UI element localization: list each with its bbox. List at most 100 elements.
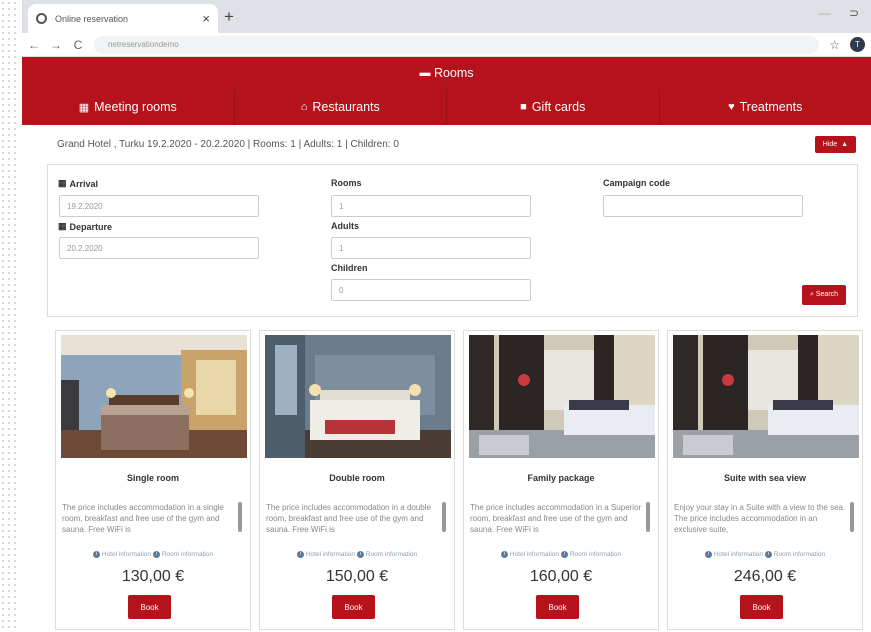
nav-gift-cards[interactable]: ■ Gift cards (447, 89, 660, 125)
book-button[interactable]: Book (536, 595, 579, 619)
description-scrollbar[interactable] (646, 502, 650, 532)
info-links: i Hotel information i Room information (464, 551, 658, 558)
arrival-value: 19.2.2020 (67, 201, 103, 211)
book-button[interactable]: Book (332, 595, 375, 619)
gift-icon: ■ (520, 101, 527, 113)
hotel-info-link[interactable]: Hotel information (306, 551, 355, 558)
room-title: Single room (126, 473, 179, 483)
summary-text: Grand Hotel , Turku 19.2.2020 - 20.2.202… (57, 139, 399, 150)
arrival-input[interactable]: 19.2.2020 (59, 195, 259, 217)
info-links: i Hotel information i Room information (668, 551, 862, 558)
room-title: Double room (329, 473, 385, 483)
departure-input[interactable]: 20.2.2020 (59, 237, 259, 259)
minimize-icon[interactable]: — (819, 6, 831, 20)
close-tab-icon[interactable]: × (202, 11, 210, 26)
room-title: Suite with sea view (723, 473, 807, 483)
info-links: i Hotel information i Room information (260, 551, 454, 558)
adults-input[interactable]: 1 (331, 237, 531, 259)
calendar-icon: ▦ (58, 178, 67, 188)
forward-icon[interactable]: → (50, 38, 62, 52)
bookmark-star-icon[interactable]: ☆ (829, 38, 840, 52)
info-icon: i (704, 551, 712, 558)
search-button[interactable]: ⌕ Search (802, 285, 847, 305)
hotel-info-link[interactable]: Hotel information (102, 551, 151, 558)
window-controls: — ⊃ (819, 6, 859, 20)
rooms-label: Rooms (331, 178, 362, 188)
hotel-info-link[interactable]: Hotel information (714, 551, 763, 558)
room-price: 160,00 € (529, 568, 593, 585)
url-input[interactable]: netreservationdemo (94, 35, 820, 54)
room-info-link[interactable]: Room information (366, 551, 417, 558)
room-info-link[interactable]: Room information (570, 551, 621, 558)
profile-avatar[interactable]: T (850, 37, 865, 52)
room-description: The price includes accommodation in a do… (266, 503, 431, 534)
info-icon: i (296, 551, 304, 558)
info-links: i Hotel information i Room information (56, 551, 250, 558)
departure-label: ▦ Departure (58, 221, 112, 232)
calendar-icon: ▦ (58, 221, 67, 231)
room-info-link[interactable]: Room information (774, 551, 825, 558)
info-icon: i (92, 551, 100, 558)
campaign-code-input[interactable] (603, 195, 803, 217)
departure-label-text: Departure (69, 221, 113, 232)
book-button[interactable]: Book (128, 595, 171, 619)
arrival-label: ▦ Arrival (58, 178, 98, 189)
heart-icon: ♥ (728, 101, 735, 113)
home-icon: ⌂ (300, 101, 308, 113)
background-pattern (0, 0, 20, 632)
children-input[interactable]: 0 (331, 279, 531, 301)
description-scrollbar[interactable] (850, 502, 854, 532)
room-info-link[interactable]: Room information (162, 551, 213, 558)
room-card-family: Family package The price includes accomm… (463, 330, 659, 630)
room-photo-single (61, 335, 247, 458)
nav-restaurants-label: Restaurants (312, 100, 380, 114)
description-scrollbar[interactable] (238, 502, 242, 532)
info-icon: i (152, 551, 160, 558)
bed-icon: ▬ (419, 67, 431, 79)
new-tab-icon[interactable]: + (224, 7, 234, 27)
back-icon[interactable]: ← (28, 38, 40, 52)
children-value: 0 (339, 285, 344, 295)
rooms-input[interactable]: 1 (331, 195, 531, 217)
room-title: Family package (527, 473, 595, 483)
room-card-suite: Suite with sea view Enjoy your stay in a… (667, 330, 863, 630)
nav-meeting-rooms[interactable]: ▦ Meeting rooms (22, 89, 235, 125)
room-description: The price includes accommodation in a Su… (470, 503, 642, 534)
departure-value: 20.2.2020 (67, 243, 103, 253)
room-price: 150,00 € (325, 568, 389, 585)
nav-rooms[interactable]: ▬ Rooms (22, 57, 871, 89)
nav-gift-cards-label: Gift cards (531, 100, 586, 114)
nav-treatments[interactable]: ♥ Treatments (660, 89, 871, 125)
browser-tab[interactable]: Online reservation × (28, 4, 218, 33)
arrival-label-text: Arrival (69, 178, 99, 189)
info-icon: i (356, 551, 364, 558)
nav-rooms-label: Rooms (433, 66, 474, 80)
room-description: The price includes accommodation in a si… (62, 503, 224, 534)
hide-button[interactable]: Hide ▲ (814, 136, 856, 153)
room-price: 130,00 € (121, 568, 185, 585)
nav-restaurants[interactable]: ⌂ Restaurants (235, 89, 447, 125)
nav-meeting-rooms-label: Meeting rooms (94, 100, 177, 114)
address-bar: ← → C netreservationdemo ☆ T (22, 33, 871, 57)
children-label: Children (331, 263, 368, 273)
room-description: Enjoy your stay in a Suite with a view t… (674, 503, 846, 534)
search-icon: ⌕ (810, 291, 814, 298)
globe-icon (36, 13, 47, 24)
browser-window: Online reservation × + — ⊃ ← → C netrese… (22, 0, 871, 632)
restore-icon[interactable]: ⊃ (849, 6, 859, 20)
description-scrollbar[interactable] (442, 502, 446, 532)
tab-title: Online reservation (55, 13, 129, 24)
room-card-single: Single room The price includes accommoda… (55, 330, 251, 630)
room-photo-family (469, 335, 655, 458)
book-button[interactable]: Book (740, 595, 783, 619)
info-icon: i (764, 551, 772, 558)
tab-strip: Online reservation × + — ⊃ (22, 0, 871, 33)
booking-summary: Grand Hotel , Turku 19.2.2020 - 20.2.202… (47, 125, 858, 165)
reload-icon[interactable]: C (72, 38, 84, 52)
adults-label: Adults (331, 221, 359, 231)
nav-treatments-label: Treatments (739, 100, 803, 114)
info-icon: i (500, 551, 508, 558)
room-price: 246,00 € (733, 568, 797, 585)
info-icon: i (560, 551, 568, 558)
hotel-info-link[interactable]: Hotel information (510, 551, 559, 558)
